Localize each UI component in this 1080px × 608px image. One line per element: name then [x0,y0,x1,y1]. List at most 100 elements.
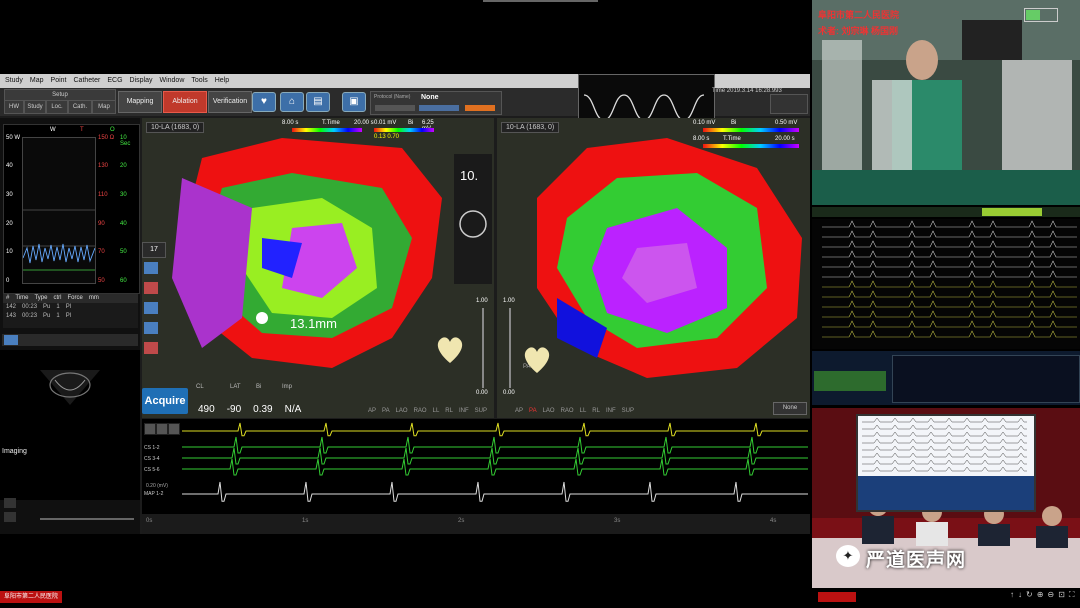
power-tick: 0 [6,278,10,284]
heart-icon[interactable]: ♥ [252,92,276,112]
column-header: Type [34,295,48,301]
power-header: W [50,127,56,133]
bi-value: 0.39 [253,404,273,415]
heart-orientation-icon [437,337,463,363]
tab-loc[interactable]: Loc. [46,100,68,114]
view-sup[interactable]: SUP [622,408,634,414]
rotation-dial-icon[interactable] [454,204,492,244]
color-scale-left: 8.00 s T.Time 20.00 s 0.01 mV Bi 6.25 mV… [262,120,442,144]
channel-label: CS 1-2 [144,445,160,451]
echo-control-2[interactable] [4,512,16,522]
view-pa[interactable]: PA [382,408,390,414]
view-rao[interactable]: RAO [561,408,574,414]
lat-map-left [142,118,494,418]
tool-icon-4[interactable] [144,322,158,334]
graph-traces [22,209,96,271]
view-ll[interactable]: LL [580,408,587,414]
menu-window[interactable]: Window [159,74,184,88]
measurement-values: 490 -90 0.39 N/A [198,404,301,415]
map-title-left[interactable]: 10-LA (1683, 0) [146,122,205,133]
ep-data-grid [892,355,1080,403]
protocol-value: None [421,94,439,101]
mode-ablation[interactable]: Ablation [163,91,207,113]
view-rl[interactable]: RL [445,408,453,414]
view-rl[interactable]: RL [592,408,600,414]
tab-map[interactable]: Map [92,100,116,114]
time-gradient [292,128,362,132]
acquire-button[interactable]: Acquire [142,388,188,414]
distance-label: 13.1mm [290,316,337,331]
time-tick: 20 [120,163,127,169]
scale-max: 20.00 s [775,136,795,142]
tool-icon-1[interactable] [144,262,158,274]
mode-verification[interactable]: Verification [208,91,252,113]
view-dropdown[interactable]: None [773,402,807,415]
tab-study[interactable]: Study [24,100,46,114]
map-title-right[interactable]: 10-LA (1683, 0) [501,122,560,133]
view-rao[interactable]: RAO [414,408,427,414]
ultrasound-image [40,370,100,405]
view-ap[interactable]: AP [515,408,523,414]
echo-icon[interactable] [4,335,18,345]
view-pa[interactable]: PA [529,408,537,414]
tab-hw[interactable]: HW [4,100,24,114]
bi-max: 0.50 mV [775,120,798,126]
map-view-right[interactable]: 10-LA (1683, 0) 0.10 mV Bi 0.50 mV 8.00 … [497,118,810,418]
view-lao[interactable]: LAO [396,408,408,414]
scale-min: 8.00 s [282,120,299,126]
map-view-left[interactable]: 10-LA (1683, 0) 8.00 s T.Time 20.00 s 0.… [142,118,494,418]
view-inf[interactable]: INF [606,408,616,414]
lat-value: -90 [226,404,242,415]
menu-point[interactable]: Point [51,74,67,88]
playback-icons[interactable]: ↑↓↻⊕⊖⊡⛶ [1010,590,1078,600]
table-row[interactable]: 143 00:23 Pu 1 Pl [3,312,138,321]
tool-icon-3[interactable] [144,302,158,314]
point-spinner[interactable]: 17 [142,242,166,258]
menu-catheter[interactable]: Catheter [74,74,101,88]
graph-area [22,137,96,284]
protocol-selector[interactable]: Protocol (Name) None [370,91,502,115]
table-header: # Time Type ctrl Force mm [3,294,138,303]
tab-cath[interactable]: Cath. [68,100,92,114]
tool-icon-5[interactable] [144,342,158,354]
ep-status-box [814,371,886,391]
toolbar: Setup HW Study Loc. Cath. Map Mapping Ab… [0,74,810,130]
menu-tools[interactable]: Tools [191,74,207,88]
menu-help[interactable]: Help [215,74,229,88]
protocol-label: Protocol (Name) [374,94,411,100]
orientation-panel: 10. [454,154,492,284]
battery-icon [1024,8,1058,22]
menu-study[interactable]: Study [5,74,23,88]
cell: 143 [6,313,17,319]
imp-tick: 70 [98,249,105,255]
echo-control-1[interactable] [4,498,16,508]
protocol-bar-2 [419,105,459,111]
view-ll[interactable]: LL [433,408,440,414]
menu-ecg[interactable]: ECG [107,74,122,88]
slider-top: 1.00 [476,298,488,304]
view-ap[interactable]: AP [368,408,376,414]
time-tick: 1s [302,518,309,524]
display-icon[interactable]: ▤ [306,92,330,112]
mode-mapping[interactable]: Mapping [118,91,162,113]
tool-icon-2[interactable] [144,282,158,294]
table-row[interactable]: 142 00:23 Pu 1 Pl [3,303,138,312]
ecg-timeline[interactable]: 0s 1s 2s 3s 4s [142,514,810,534]
view-lao[interactable]: LAO [543,408,555,414]
scale-min: 8.00 s [693,136,710,142]
power-tick: 10 [6,249,13,255]
menu-map[interactable]: Map [30,74,44,88]
cell: Pl [65,313,72,319]
transparency-slider[interactable] [482,308,484,388]
channel-label: CS 3-4 [144,456,160,462]
view-inf[interactable]: INF [459,408,469,414]
echo-scrubber[interactable] [40,518,134,520]
bi-min: 0.01 mV [374,120,397,126]
transparency-slider[interactable] [509,308,511,388]
view-sup[interactable]: SUP [475,408,487,414]
snapshot-icon[interactable]: ▣ [342,92,366,112]
menu-display[interactable]: Display [130,74,153,88]
time-tick: 4s [770,518,777,524]
shell-icon[interactable]: ⌂ [280,92,304,112]
wechat-icon: ✦ [836,545,860,567]
